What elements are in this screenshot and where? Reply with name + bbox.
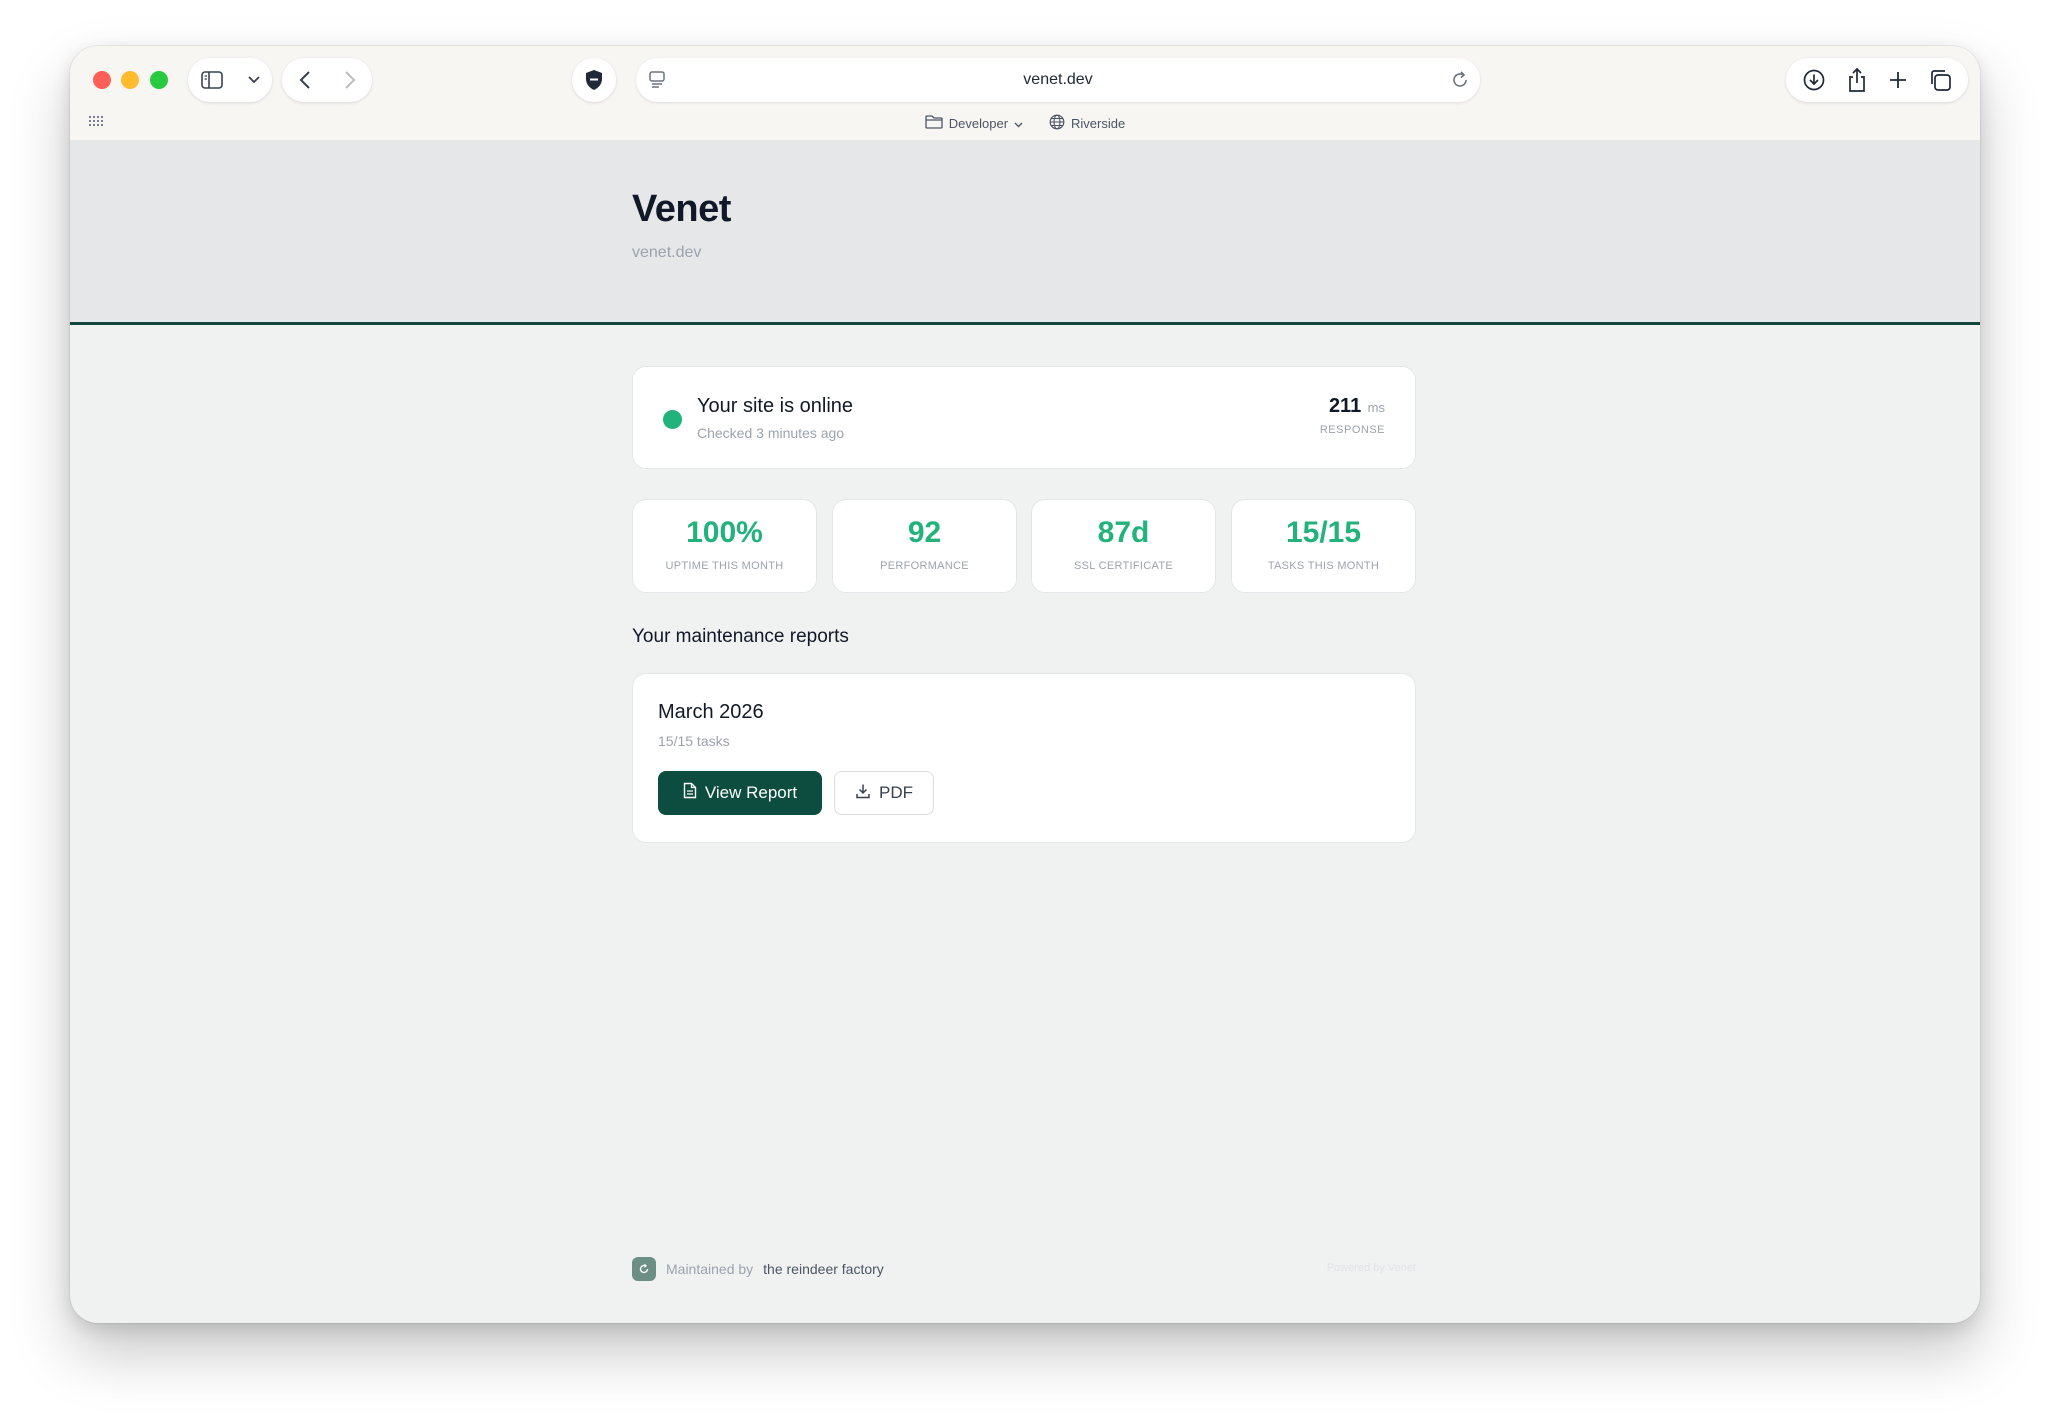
- download-pdf-button[interactable]: PDF: [834, 771, 934, 815]
- minimize-window-button[interactable]: [121, 71, 139, 89]
- stat-card-tasks: 15/15 TASKS THIS MONTH: [1231, 499, 1416, 593]
- stat-card-ssl: 87d SSL CERTIFICATE: [1031, 499, 1216, 593]
- reports-heading: Your maintenance reports: [632, 626, 849, 647]
- stat-value: 15/15: [1285, 516, 1362, 549]
- stat-value: 100%: [686, 516, 763, 549]
- view-report-label: View Report: [704, 783, 798, 802]
- zoom-window-button[interactable]: [150, 71, 168, 89]
- stat-card-uptime: 100% UPTIME THIS MONTH: [632, 499, 817, 593]
- reload-icon[interactable]: [1450, 70, 1470, 95]
- footer-maintainer: Maintained by the reindeer factory: [632, 1257, 884, 1281]
- site-title: Venet: [632, 188, 731, 230]
- browser-toolbar: venet.dev Developer Riverside: [70, 46, 1980, 140]
- pdf-label: PDF: [879, 783, 913, 802]
- sidebar-toggle[interactable]: [188, 58, 272, 102]
- response-value: 211: [1328, 395, 1362, 417]
- powered-by-text[interactable]: Powered by Venet: [1327, 1262, 1416, 1274]
- shield-icon: [584, 69, 604, 91]
- new-tab-icon[interactable]: [1888, 70, 1908, 90]
- forward-button[interactable]: [344, 71, 356, 89]
- chevron-down-icon[interactable]: [247, 76, 260, 84]
- close-window-button[interactable]: [93, 71, 111, 89]
- stat-label: TASKS THIS MONTH: [1267, 560, 1380, 572]
- bookmarks-bar: Developer Riverside: [70, 110, 1980, 136]
- site-domain: venet.dev: [632, 244, 702, 261]
- address-bar[interactable]: venet.dev: [636, 58, 1480, 102]
- privacy-shield-button[interactable]: [572, 58, 616, 102]
- bookmark-riverside[interactable]: Riverside: [1049, 114, 1125, 133]
- site-header: Venet venet.dev: [70, 140, 1980, 325]
- download-icon: [855, 783, 871, 804]
- maintainer-link[interactable]: the reindeer factory: [763, 1261, 884, 1277]
- response-time: 211 ms RESPONSE: [1320, 395, 1385, 436]
- back-button[interactable]: [299, 71, 311, 89]
- share-icon[interactable]: [1846, 67, 1868, 93]
- status-card: Your site is online Checked 3 minutes ag…: [632, 366, 1416, 469]
- stat-label: SSL CERTIFICATE: [1073, 560, 1174, 572]
- navigation-buttons: [282, 58, 372, 102]
- toolbar-actions: [1786, 58, 1968, 102]
- document-icon: [683, 782, 697, 804]
- stat-value: 87d: [1097, 516, 1150, 549]
- response-unit: ms: [1367, 400, 1385, 415]
- bookmark-developer[interactable]: Developer: [925, 114, 1023, 132]
- stat-card-performance: 92 PERFORMANCE: [832, 499, 1017, 593]
- stat-label: PERFORMANCE: [880, 560, 969, 572]
- globe-icon: [1049, 114, 1065, 133]
- stat-value: 92: [907, 516, 942, 549]
- sidebar-icon[interactable]: [200, 71, 223, 89]
- stat-label: UPTIME THIS MONTH: [665, 560, 784, 572]
- tab-overview-icon[interactable]: [1928, 68, 1952, 92]
- status-title: Your site is online: [697, 395, 854, 417]
- chevron-down-icon: [1014, 116, 1023, 131]
- browser-window: venet.dev Developer Riverside Venet vene…: [70, 46, 1980, 1323]
- folder-icon: [925, 114, 943, 132]
- response-label: RESPONSE: [1319, 424, 1385, 436]
- url-text[interactable]: venet.dev: [636, 58, 1480, 102]
- download-icon[interactable]: [1802, 68, 1826, 92]
- report-month: March 2026: [658, 701, 764, 723]
- view-report-button[interactable]: View Report: [658, 771, 822, 815]
- bookmark-label: Developer: [948, 115, 1009, 131]
- status-checked-time: Checked 3 minutes ago: [697, 425, 845, 441]
- maintained-by-text: Maintained by: [666, 1261, 754, 1277]
- report-tasks: 15/15 tasks: [658, 733, 730, 749]
- status-indicator: [663, 410, 682, 429]
- report-card: March 2026 15/15 tasks View Report PDF: [632, 673, 1416, 843]
- bookmark-label: Riverside: [1071, 115, 1126, 131]
- maintainer-logo: [632, 1257, 656, 1281]
